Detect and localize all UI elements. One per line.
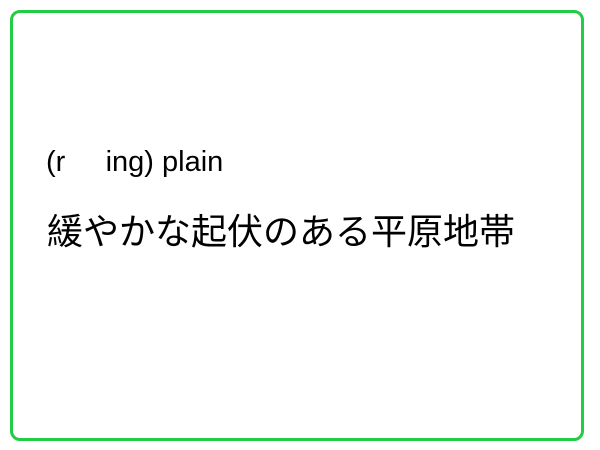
vocab-card: (r ing) plain 緩やかな起伏のある平原地帯 <box>10 10 584 441</box>
term-text: (r ing) plain <box>46 146 224 178</box>
meaning-text: 緩やかな起伏のある平原地帯 <box>47 212 516 253</box>
